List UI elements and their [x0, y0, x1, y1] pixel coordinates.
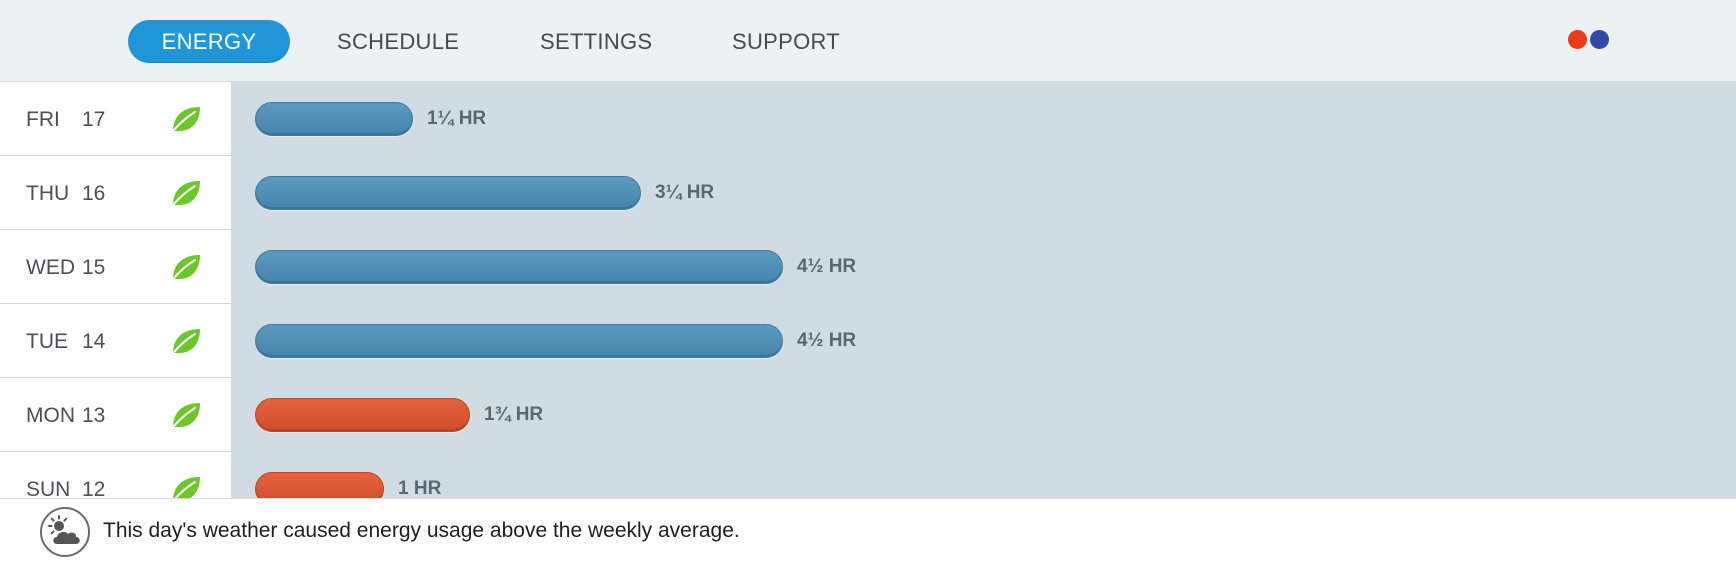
usage-bar [255, 472, 384, 498]
day-cell: FRI 17 [0, 82, 231, 156]
usage-label: 1¼ HR [427, 108, 487, 129]
usage-bar-cell: 4½ HR [231, 304, 1736, 378]
usage-label: 3¼ HR [655, 182, 715, 203]
usage-bar [255, 102, 413, 136]
day-date: 16 [82, 182, 106, 205]
day-date: 17 [82, 108, 106, 131]
day-cell: SUN 12 [0, 452, 231, 498]
leaf-icon [170, 178, 202, 208]
day-date: 13 [82, 404, 106, 427]
day-row[interactable]: WED 15 4½ HR [0, 230, 1736, 304]
leaf-icon [170, 400, 202, 430]
usage-bar [255, 176, 641, 210]
tab-energy[interactable]: ENERGY [128, 20, 290, 63]
day-cell: THU 16 [0, 156, 231, 230]
leaf-icon [170, 326, 202, 356]
usage-bar [255, 398, 470, 432]
footer-message: This day's weather caused energy usage a… [103, 519, 740, 542]
usage-bar [255, 324, 783, 358]
energy-history-list: FRI 17 1¼ HR THU 16 3¼ HR WED 15 4½ HR T… [0, 82, 1736, 498]
tab-schedule[interactable]: SCHEDULE [337, 20, 459, 63]
day-name: THU [26, 182, 70, 205]
day-cell: MON 13 [0, 378, 231, 452]
day-cell: WED 15 [0, 230, 231, 304]
weather-icon [40, 507, 90, 557]
usage-bar [255, 250, 783, 284]
day-row[interactable]: MON 13 1¾ HR [0, 378, 1736, 452]
day-name: FRI [26, 108, 60, 131]
day-row[interactable]: TUE 14 4½ HR [0, 304, 1736, 378]
day-date: 12 [82, 478, 106, 498]
day-name: MON [26, 404, 75, 427]
usage-label: 4½ HR [797, 256, 857, 277]
top-nav: ENERGY SCHEDULE SETTINGS SUPPORT [0, 0, 1736, 82]
tab-support[interactable]: SUPPORT [732, 20, 840, 63]
day-name: WED [26, 256, 75, 279]
day-row[interactable]: THU 16 3¼ HR [0, 156, 1736, 230]
usage-bar-cell: 3¼ HR [231, 156, 1736, 230]
footer-legend: This day's weather caused energy usage a… [0, 498, 1736, 564]
usage-bar-cell: 4½ HR [231, 230, 1736, 304]
day-date: 14 [82, 330, 106, 353]
day-name: SUN [26, 478, 71, 498]
day-date: 15 [82, 256, 106, 279]
usage-label: 1 HR [398, 478, 442, 498]
day-name: TUE [26, 330, 68, 353]
day-cell: TUE 14 [0, 304, 231, 378]
leaf-icon [170, 252, 202, 282]
tab-settings[interactable]: SETTINGS [540, 20, 652, 63]
usage-label: 4½ HR [797, 330, 857, 351]
day-row[interactable]: SUN 12 1 HR [0, 452, 1736, 498]
usage-bar-cell: 1¼ HR [231, 82, 1736, 156]
day-row[interactable]: FRI 17 1¼ HR [0, 82, 1736, 156]
usage-bar-cell: 1 HR [231, 452, 1736, 498]
leaf-icon [170, 474, 202, 498]
leaf-icon [170, 104, 202, 134]
status-dot-red [1568, 30, 1587, 49]
status-dot-blue [1590, 30, 1609, 49]
usage-label: 1¾ HR [484, 404, 544, 425]
usage-bar-cell: 1¾ HR [231, 378, 1736, 452]
